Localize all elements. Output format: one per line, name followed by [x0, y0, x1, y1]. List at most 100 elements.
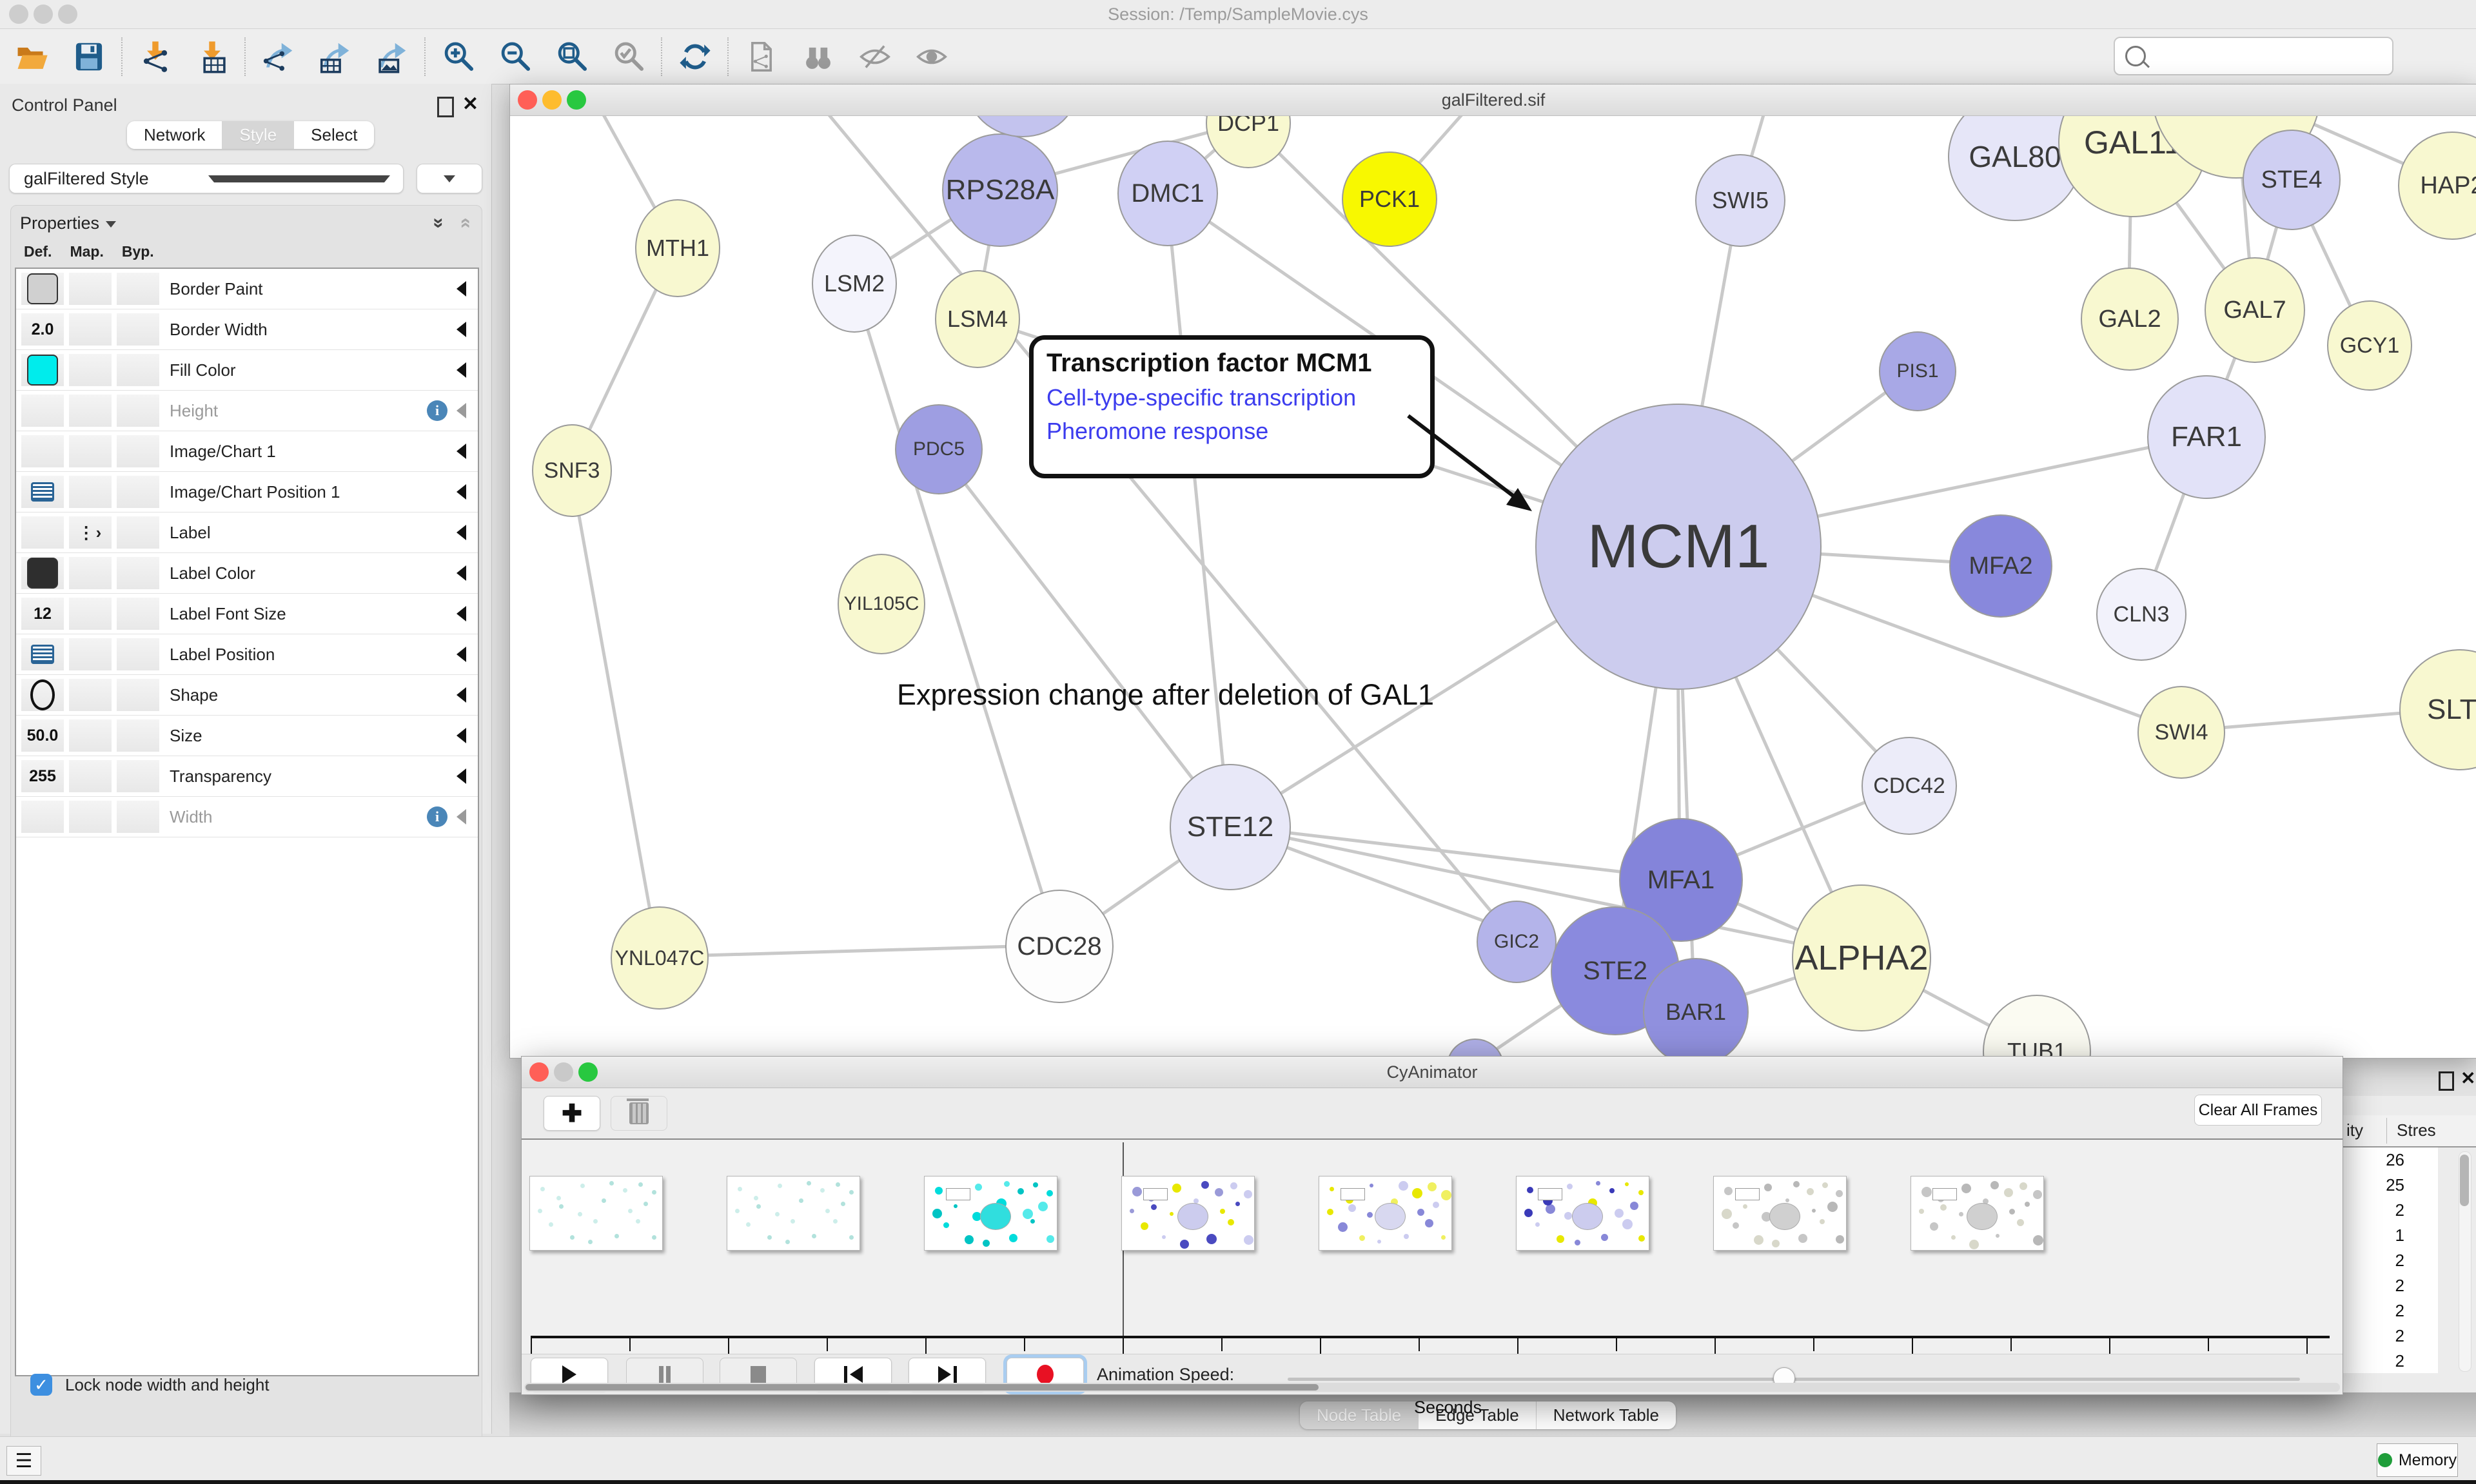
tab-style[interactable]: Style — [222, 121, 294, 149]
network-node-far1[interactable]: FAR1 — [2147, 375, 2266, 499]
table-cell-value[interactable]: 1 — [2343, 1223, 2438, 1248]
maximize-window-icon[interactable] — [578, 1062, 598, 1082]
network-node-swi5[interactable]: SWI5 — [1695, 154, 1785, 247]
network-node-lsm2[interactable]: LSM2 — [812, 235, 897, 333]
property-row-width[interactable]: Widthi — [16, 797, 478, 837]
timeline-frame-5[interactable] — [1516, 1176, 1649, 1251]
property-row-label[interactable]: ⋮›Label — [16, 513, 478, 553]
table-cell-value[interactable]: 25 — [2343, 1173, 2438, 1198]
default-value-cell[interactable] — [21, 679, 64, 711]
canvas-caption[interactable]: Expression change after deletion of GAL1 — [897, 678, 1434, 712]
network-node-lsm4[interactable]: LSM4 — [935, 270, 1020, 368]
default-value-cell[interactable]: 12 — [21, 598, 64, 630]
expand-row-icon[interactable] — [457, 687, 466, 703]
mapping-cell[interactable] — [69, 801, 112, 833]
column-divider[interactable] — [2386, 1118, 2387, 1144]
default-value-cell[interactable]: 2.0 — [21, 313, 64, 346]
network-node-dmc1[interactable]: DMC1 — [1117, 141, 1218, 246]
expand-row-icon[interactable] — [457, 606, 466, 621]
mapping-cell[interactable] — [69, 598, 112, 630]
network-canvas[interactable]: MTH1LSM2LSM4SNF3PDC5YIL105CRPS28ADMC1DCP… — [510, 116, 2476, 1058]
expand-row-icon[interactable] — [457, 525, 466, 540]
expand-row-icon[interactable] — [457, 728, 466, 743]
save-session-icon[interactable] — [61, 34, 117, 80]
open-session-icon[interactable] — [4, 34, 61, 80]
minimize-window-icon[interactable] — [554, 1062, 573, 1082]
network-node-snf3[interactable]: SNF3 — [532, 424, 612, 517]
property-row-size[interactable]: 50.0Size — [16, 716, 478, 756]
network-node-cdc28[interactable]: CDC28 — [1005, 890, 1114, 1003]
bypass-cell[interactable] — [117, 273, 159, 305]
expand-row-icon[interactable] — [457, 768, 466, 784]
table-cell-value[interactable]: 2 — [2343, 1198, 2438, 1223]
network-node-gcy1[interactable]: GCY1 — [2327, 300, 2412, 391]
network-node-hap2[interactable]: HAP2 — [2398, 132, 2476, 240]
default-value-cell[interactable] — [21, 476, 64, 508]
refresh-view-icon[interactable] — [667, 34, 723, 80]
import-table-icon[interactable] — [184, 34, 241, 80]
search-input[interactable] — [2154, 46, 2392, 67]
expand-row-icon[interactable] — [457, 362, 466, 378]
network-node-gic2[interactable]: GIC2 — [1477, 901, 1557, 983]
timeline-frame-7[interactable] — [1911, 1176, 2044, 1251]
default-value-cell[interactable] — [21, 273, 64, 305]
property-row-label-color[interactable]: Label Color — [16, 553, 478, 594]
info-icon[interactable]: i — [427, 806, 447, 827]
mapping-cell[interactable] — [69, 354, 112, 386]
bypass-cell[interactable] — [117, 516, 159, 549]
bypass-cell[interactable] — [117, 801, 159, 833]
memory-button[interactable]: Memory — [2377, 1443, 2458, 1477]
properties-header[interactable]: Properties — [20, 213, 116, 233]
expand-all-icon[interactable]: » — [428, 218, 450, 229]
timeline-frame-0[interactable] — [529, 1176, 663, 1251]
table-scrollbar[interactable] — [2459, 1151, 2471, 1372]
default-value-cell[interactable]: 255 — [21, 760, 64, 792]
bypass-cell[interactable] — [117, 395, 159, 427]
network-node-ste12[interactable]: STE12 — [1170, 764, 1291, 890]
network-node-pck1[interactable]: PCK1 — [1342, 151, 1437, 247]
cyanimator-hscrollbar[interactable] — [524, 1383, 2340, 1392]
panel-list-button[interactable]: ☰ — [6, 1446, 41, 1476]
annotation-callout[interactable]: Transcription factor MCM1 Cell-type-spec… — [1029, 335, 1435, 478]
mapping-cell[interactable] — [69, 435, 112, 467]
mapping-cell[interactable] — [69, 557, 112, 589]
mapping-cell[interactable]: ⋮› — [69, 516, 112, 549]
bypass-cell[interactable] — [117, 760, 159, 792]
tab-node-table[interactable]: Node Table — [1300, 1401, 1419, 1429]
annotation-link[interactable]: Pheromone response — [1046, 418, 1417, 445]
table-cell-value[interactable]: 26 — [2343, 1147, 2438, 1173]
mapping-cell[interactable] — [69, 679, 112, 711]
style-selector[interactable]: galFiltered Style — [9, 164, 404, 193]
table-cell-value[interactable]: 2 — [2343, 1323, 2438, 1349]
timeline-frame-2[interactable] — [924, 1176, 1057, 1251]
info-icon[interactable]: i — [427, 400, 447, 421]
property-row-label-font-size[interactable]: 12Label Font Size — [16, 594, 478, 634]
network-node-swi4[interactable]: SWI4 — [2137, 686, 2225, 779]
property-row-transparency[interactable]: 255Transparency — [16, 756, 478, 797]
export-table-icon[interactable] — [307, 34, 364, 80]
close-window-icon[interactable] — [518, 90, 537, 110]
maximize-window-icon[interactable] — [567, 90, 586, 110]
timeline-frame-4[interactable] — [1319, 1176, 1452, 1251]
clone-network-icon[interactable] — [733, 34, 790, 80]
network-node[interactable] — [966, 116, 1079, 137]
default-value-cell[interactable] — [21, 435, 64, 467]
default-value-cell[interactable] — [21, 638, 64, 670]
network-node[interactable] — [1447, 1039, 1504, 1058]
close-window-icon[interactable] — [529, 1062, 549, 1082]
expand-row-icon[interactable] — [457, 322, 466, 337]
network-node-cdc42[interactable]: CDC42 — [1862, 737, 1957, 835]
default-value-cell[interactable]: 50.0 — [21, 719, 64, 752]
tab-network[interactable]: Network — [127, 121, 222, 149]
export-network-icon[interactable] — [250, 34, 307, 80]
style-options-button[interactable] — [417, 164, 482, 193]
network-node-dcp1[interactable]: DCP1 — [1206, 116, 1291, 168]
network-node-mth1[interactable]: MTH1 — [635, 199, 720, 297]
network-node-ynl047c[interactable]: YNL047C — [611, 906, 709, 1010]
bypass-cell[interactable] — [117, 679, 159, 711]
column-header-stress[interactable]: Stres — [2397, 1120, 2436, 1140]
timeline-frame-6[interactable] — [1713, 1176, 1847, 1251]
property-row-border-width[interactable]: 2.0Border Width — [16, 309, 478, 350]
tab-network-table[interactable]: Network Table — [1537, 1401, 1676, 1429]
property-row-shape[interactable]: Shape — [16, 675, 478, 716]
